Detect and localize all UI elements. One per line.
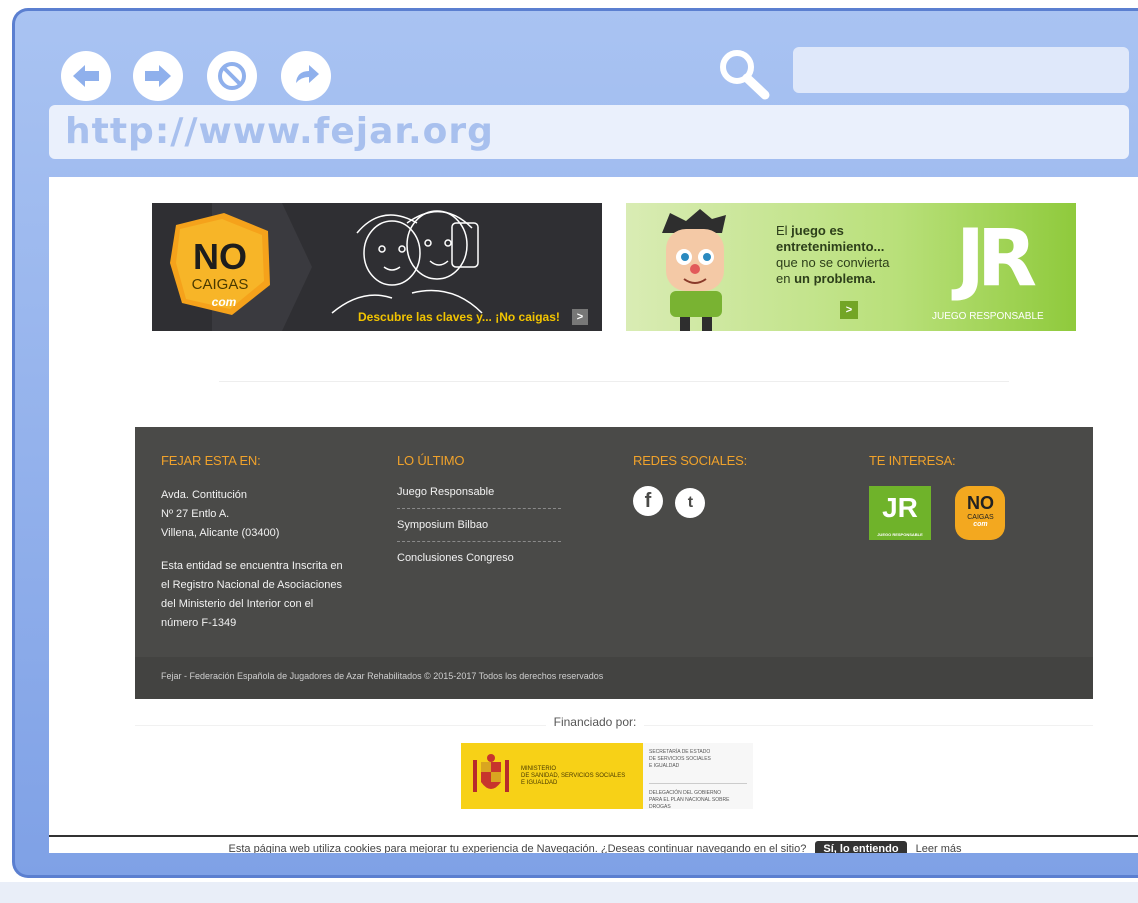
footer-heading-social: REDES SOCIALES:: [633, 453, 748, 468]
browser-frame: http://www.fejar.org NO CAIGAS com Descu…: [12, 8, 1138, 878]
cookie-accept-button[interactable]: Sí, lo entiendo: [815, 841, 907, 853]
url-bar[interactable]: http://www.fejar.org: [49, 105, 1129, 159]
magnifier-icon[interactable]: [715, 47, 785, 103]
stop-icon: [218, 62, 246, 90]
juego-line4: en: [776, 271, 795, 286]
cookie-read-more-link[interactable]: Leer más: [916, 843, 962, 853]
registry-note-2: el Registro Nacional de Asociaciones: [161, 579, 342, 591]
address-line-2: Nº 27 Entlo A.: [161, 508, 230, 520]
jr-thumb-logo: JR: [882, 492, 918, 523]
nocaigas-thumbnail[interactable]: NO CAIGAS com: [955, 486, 1006, 540]
footer-col-interest: TE INTERESA: JR JUEGO RESPONSABLE NO CAI…: [869, 453, 1006, 540]
juego-line4-bold: un problema.: [794, 271, 876, 286]
nc-thumb-top: NO: [966, 493, 994, 513]
bottom-shadow: [0, 882, 1138, 903]
nocaigas-logo-tld: com: [212, 295, 237, 309]
juego-responsable-banner[interactable]: El juego es entretenimiento... que no se…: [626, 203, 1076, 331]
nocaigas-banner[interactable]: NO CAIGAS com Descubre las claves y... ¡…: [152, 203, 602, 331]
footer-heading-location: FEJAR ESTA EN:: [161, 453, 261, 468]
content-divider: [219, 381, 1009, 382]
delegacion-line-1: DELEGACIÓN DEL GOBIERNO: [649, 790, 722, 796]
funding-label: Financiado por:: [49, 715, 1138, 729]
juego-line1: El: [776, 223, 792, 238]
search-input[interactable]: [793, 47, 1129, 93]
juego-line2: entretenimiento...: [776, 239, 885, 254]
footer-heading-interest: TE INTERESA:: [869, 453, 956, 468]
jr-logo: JR: [956, 214, 1037, 304]
footer-col-latest: LO ÚLTIMO Juego Responsable Symposium Bi…: [397, 453, 561, 584]
site-footer: FEJAR ESTA EN: Avda. Contitución Nº 27 E…: [135, 427, 1093, 699]
footer-heading-latest: LO ÚLTIMO: [397, 453, 465, 468]
funding-label-text: Financiado por:: [545, 715, 645, 729]
latest-link-congreso[interactable]: Conclusiones Congreso: [397, 552, 561, 574]
cookie-text: Esta página web utiliza cookies para mej…: [228, 843, 807, 853]
nc-thumb-bottom: CAIGAS: [967, 514, 994, 521]
nc-thumb-tld: com: [973, 521, 988, 528]
registry-note-4: número F-1349: [161, 617, 237, 629]
ministry-logo: MINISTERIO DE SANIDAD, SERVICIOS SOCIALE…: [461, 743, 753, 810]
address-line-1: Avda. Contitución: [161, 489, 248, 501]
secretaria-line-2: DE SERVICIOS SOCIALES: [649, 756, 711, 762]
juego-line1-bold: juego es: [791, 223, 844, 238]
ministry-yellow-panel: MINISTERIO DE SANIDAD, SERVICIOS SOCIALE…: [461, 743, 643, 809]
delegacion-line-2: PARA EL PLAN NACIONAL SOBRE DROGAS: [649, 797, 730, 810]
refresh-icon: [296, 65, 319, 83]
ministry-line-1: MINISTERIO: [521, 765, 557, 772]
forward-arrow-icon: [145, 65, 171, 87]
ministry-line-3: E IGUALDAD: [521, 779, 558, 786]
juego-arrow-button[interactable]: >: [840, 301, 858, 319]
juego-message: El juego es entretenimiento... que no se…: [776, 223, 889, 287]
page-viewport: NO CAIGAS com Descubre las claves y... ¡…: [49, 177, 1138, 853]
jr-caption: JUEGO RESPONSABLE: [932, 311, 1044, 322]
juego-line3: que no se convierta: [776, 255, 890, 270]
footer-copyright: Fejar - Federación Española de Jugadores…: [135, 657, 1093, 699]
coat-of-arms-icon: [473, 754, 509, 792]
refresh-button[interactable]: [281, 51, 331, 101]
nocaigas-cta[interactable]: Descubre las claves y... ¡No caigas!: [358, 310, 560, 324]
address-line-3: Villena, Alicante (03400): [161, 527, 280, 539]
registry-note-1: Esta entidad se encuentra Inscrita en: [161, 560, 343, 572]
ministry-white-panel: SECRETARÍA DE ESTADO DE SERVICIOS SOCIAL…: [643, 743, 753, 810]
twitter-icon[interactable]: t: [675, 487, 706, 518]
jr-thumbnail[interactable]: JR JUEGO RESPONSABLE: [869, 486, 931, 540]
stop-button[interactable]: [207, 51, 257, 101]
footer-col-social: REDES SOCIALES: f t: [633, 453, 747, 518]
footer-col-address: FEJAR ESTA EN: Avda. Contitución Nº 27 E…: [161, 453, 343, 633]
nocaigas-arrow-button[interactable]: >: [572, 309, 588, 325]
secretaria-line-3: E IGUALDAD: [649, 763, 680, 769]
facebook-icon[interactable]: f: [633, 486, 663, 516]
cookie-bar: Esta página web utiliza cookies para mej…: [49, 835, 1138, 853]
jr-thumb-caption: JUEGO RESPONSABLE: [877, 532, 923, 537]
forward-button[interactable]: [133, 51, 183, 101]
back-arrow-icon: [73, 65, 99, 87]
back-button[interactable]: [61, 51, 111, 101]
ministry-line-2: DE SANIDAD, SERVICIOS SOCIALES: [521, 772, 626, 779]
registry-note-3: del Ministerio del Interior con el: [161, 598, 314, 610]
latest-link-symposium[interactable]: Symposium Bilbao: [397, 519, 561, 542]
secretaria-line-1: SECRETARÍA DE ESTADO: [649, 749, 711, 755]
latest-link-juego[interactable]: Juego Responsable: [397, 486, 561, 509]
nocaigas-logo-caigas: CAIGAS: [192, 276, 249, 293]
nocaigas-logo-no: NO: [193, 236, 247, 277]
